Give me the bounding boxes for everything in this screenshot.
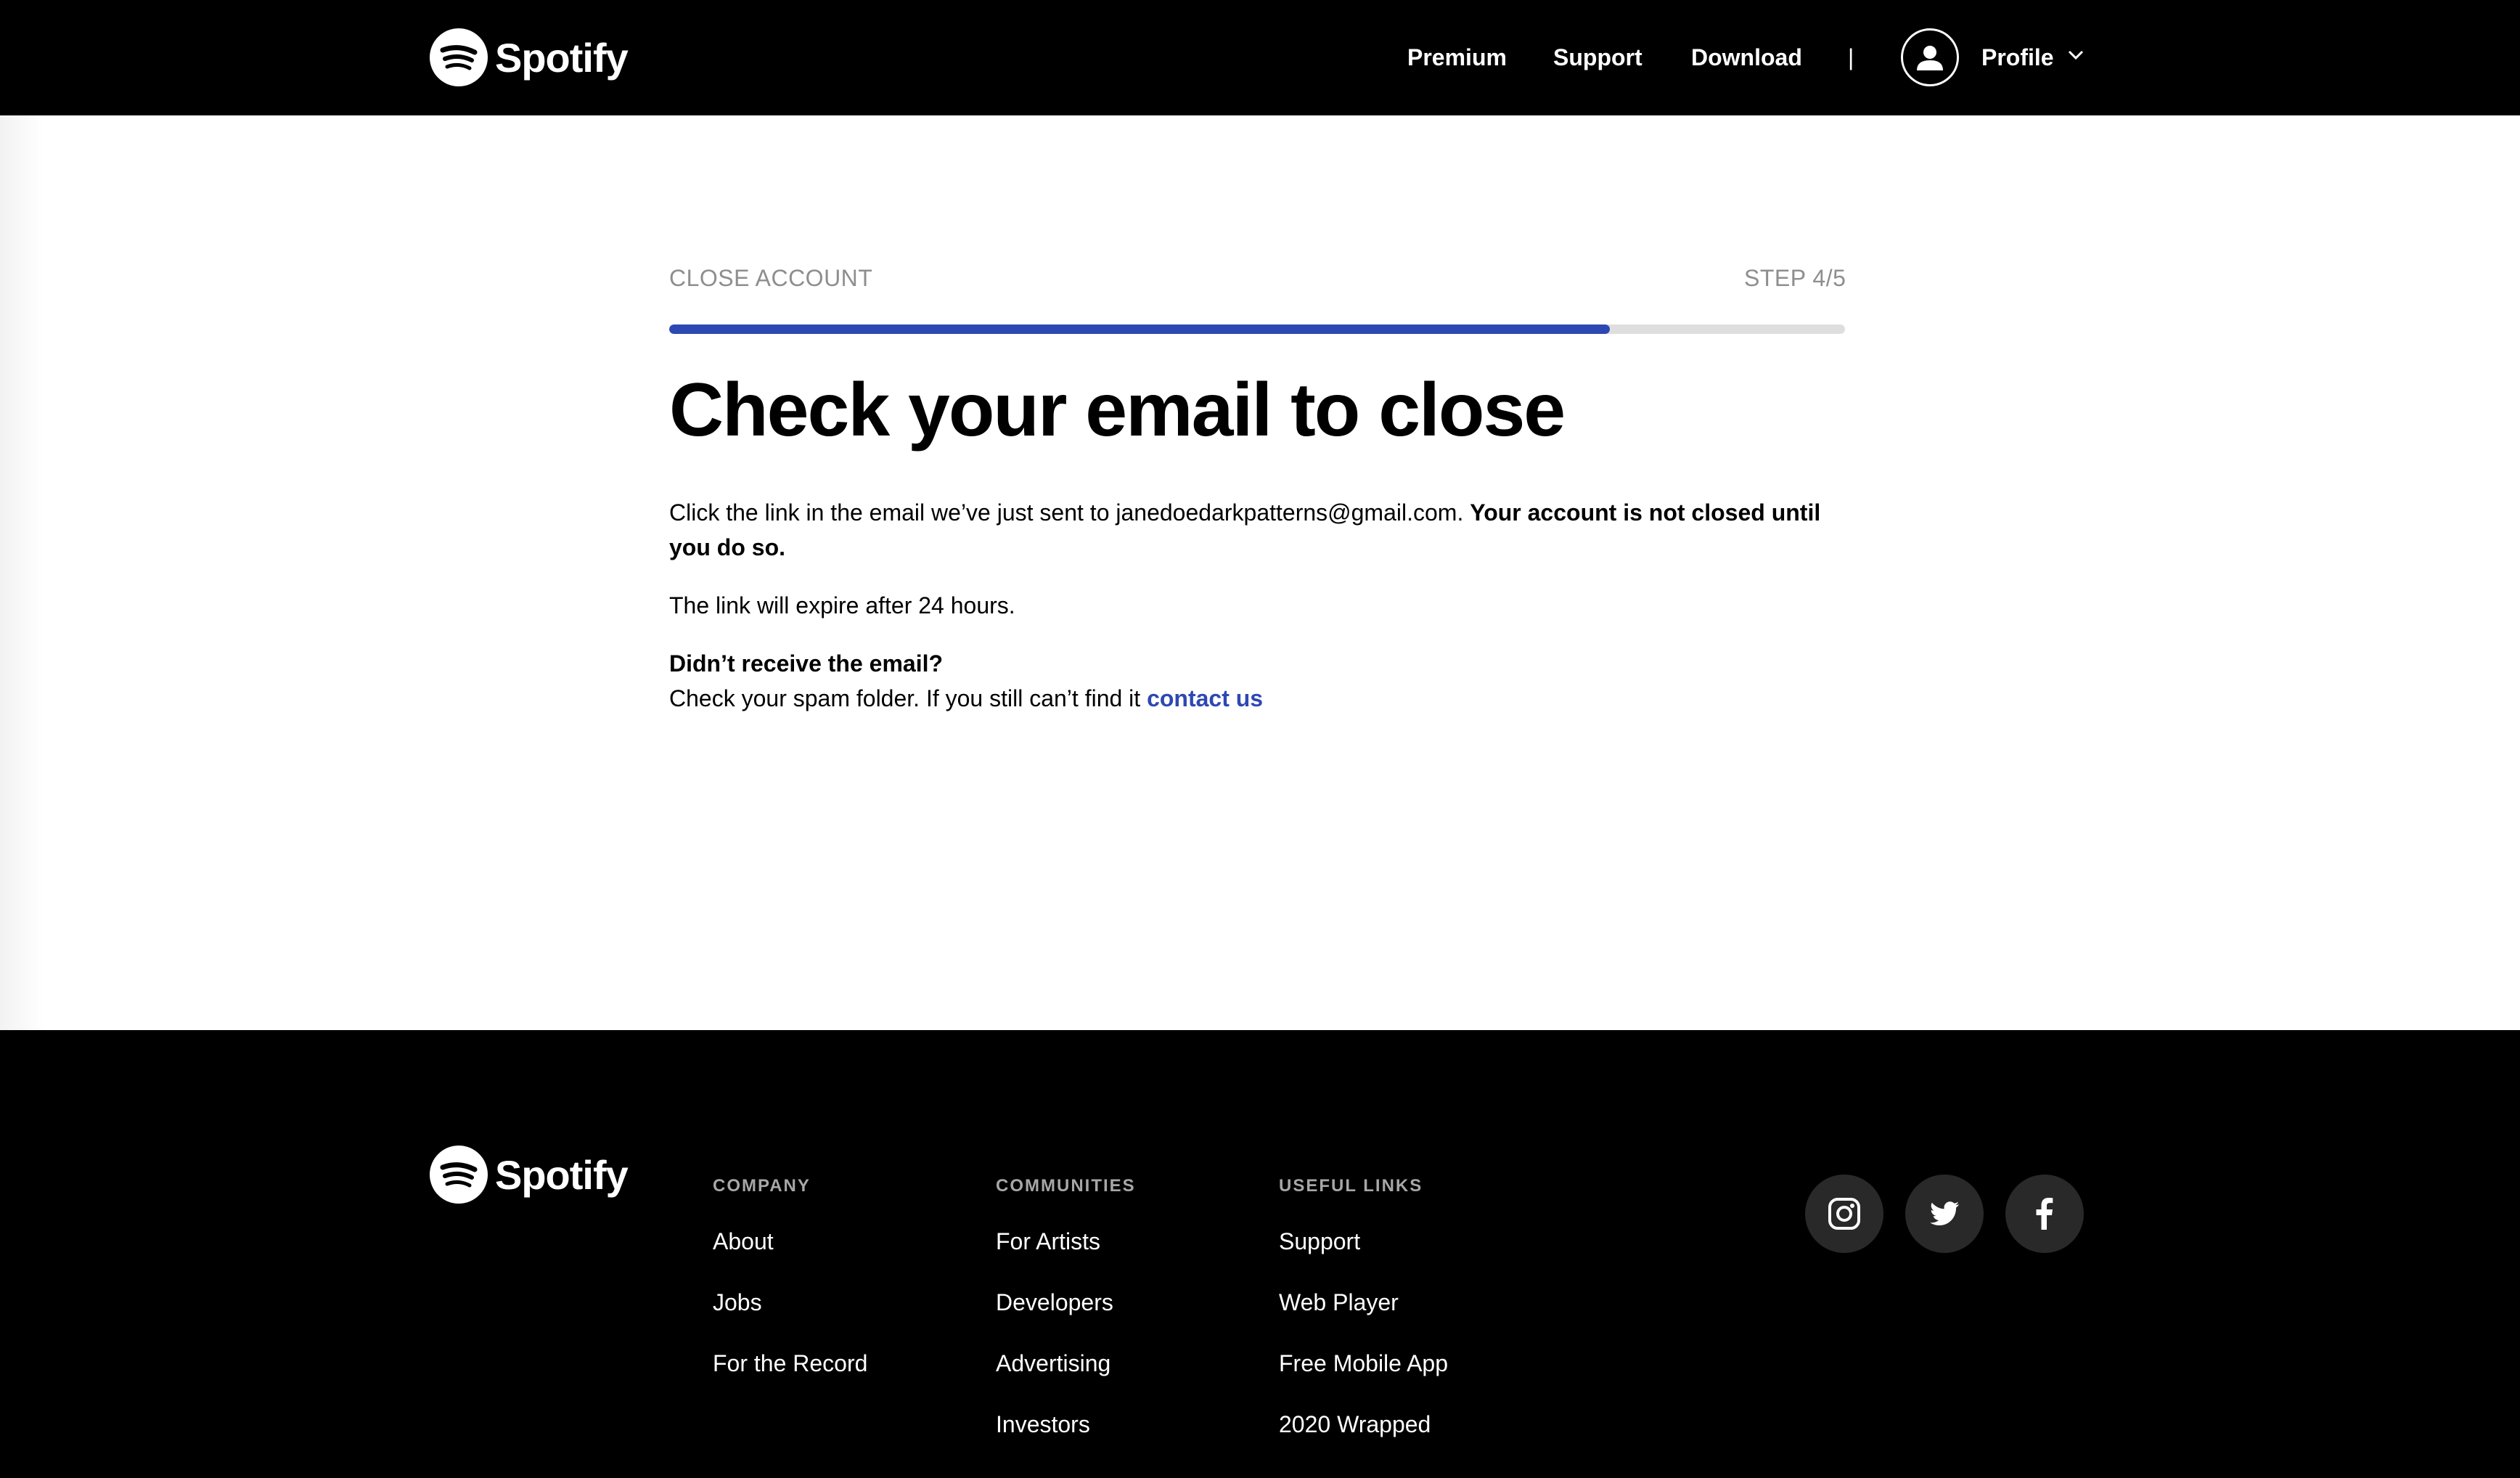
help-heading: Didn’t receive the email? — [669, 650, 944, 677]
footer-link-free-mobile-app[interactable]: Free Mobile App — [1279, 1350, 1448, 1411]
nav-separator: | — [1848, 44, 1854, 70]
footer-column-useful-links: USEFUL LINKS Support Web Player Free Mob… — [1279, 1176, 1448, 1472]
footer-link-support[interactable]: Support — [1279, 1228, 1448, 1289]
page-edge-shadow — [0, 115, 44, 1030]
help-text: Check your spam folder. If you still can… — [669, 685, 1148, 711]
user-icon — [1917, 46, 1943, 70]
footer-column-heading: COMPANY — [713, 1176, 811, 1196]
expiry-note: The link will expire after 24 hours. — [669, 592, 1015, 618]
footer-link-web-player[interactable]: Web Player — [1279, 1289, 1448, 1350]
footer-link-for-artists[interactable]: For Artists — [996, 1228, 1136, 1289]
footer-brand-wordmark: Spotify — [495, 1151, 629, 1198]
instagram-icon — [1828, 1198, 1860, 1230]
twitter-icon — [1930, 1201, 1959, 1225]
footer-link-2020-wrapped[interactable]: 2020 Wrapped — [1279, 1411, 1448, 1472]
footer-column-communities: COMMUNITIES For Artists Developers Adver… — [996, 1176, 1136, 1472]
contact-us-link[interactable]: contact us — [1147, 685, 1263, 711]
help-section: Didn’t receive the email? Check your spa… — [669, 646, 1845, 716]
nav-download[interactable]: Download — [1691, 44, 1802, 71]
progress-bar-fill — [669, 324, 1610, 334]
page-title: Check your email to close — [669, 368, 1566, 452]
footer-link-developers[interactable]: Developers — [996, 1289, 1136, 1350]
footer-link-about[interactable]: About — [713, 1228, 867, 1289]
site-footer — [0, 1030, 2520, 1478]
facebook-button[interactable] — [2005, 1175, 2084, 1253]
footer-column-heading: USEFUL LINKS — [1279, 1176, 1423, 1196]
footer-link-advertising[interactable]: Advertising — [996, 1350, 1136, 1411]
step-indicator: STEP 4/5 — [1744, 265, 1846, 291]
spotify-logo-icon — [430, 28, 488, 86]
footer-spotify-logo[interactable]: Spotify — [430, 1146, 629, 1204]
progress-bar — [669, 324, 1845, 334]
nav-support[interactable]: Support — [1553, 44, 1642, 71]
footer-link-investors[interactable]: Investors — [996, 1411, 1136, 1472]
spotify-logo[interactable]: Spotify — [430, 28, 629, 86]
instruction-paragraph: Click the link in the email we’ve just s… — [669, 495, 1845, 565]
spotify-logo-icon — [430, 1146, 488, 1204]
flow-label: CLOSE ACCOUNT — [669, 265, 873, 291]
nav-profile[interactable]: Profile — [1981, 44, 2054, 71]
facebook-icon — [2036, 1198, 2053, 1230]
profile-avatar[interactable] — [1901, 28, 1959, 86]
chevron-down-icon[interactable] — [2067, 49, 2085, 61]
footer-link-jobs[interactable]: Jobs — [713, 1289, 867, 1350]
footer-link-for-the-record[interactable]: For the Record — [713, 1350, 867, 1411]
footer-column-company: COMPANY About Jobs For the Record — [713, 1176, 867, 1411]
site-header: Spotify Premium Support Download | Profi… — [0, 0, 2520, 115]
instruction-text: Click the link in the email we’ve just s… — [669, 499, 1470, 526]
footer-column-heading: COMMUNITIES — [996, 1176, 1136, 1196]
nav-premium[interactable]: Premium — [1407, 44, 1507, 71]
instagram-button[interactable] — [1805, 1175, 1883, 1253]
twitter-button[interactable] — [1905, 1175, 1984, 1253]
brand-wordmark: Spotify — [495, 34, 629, 81]
